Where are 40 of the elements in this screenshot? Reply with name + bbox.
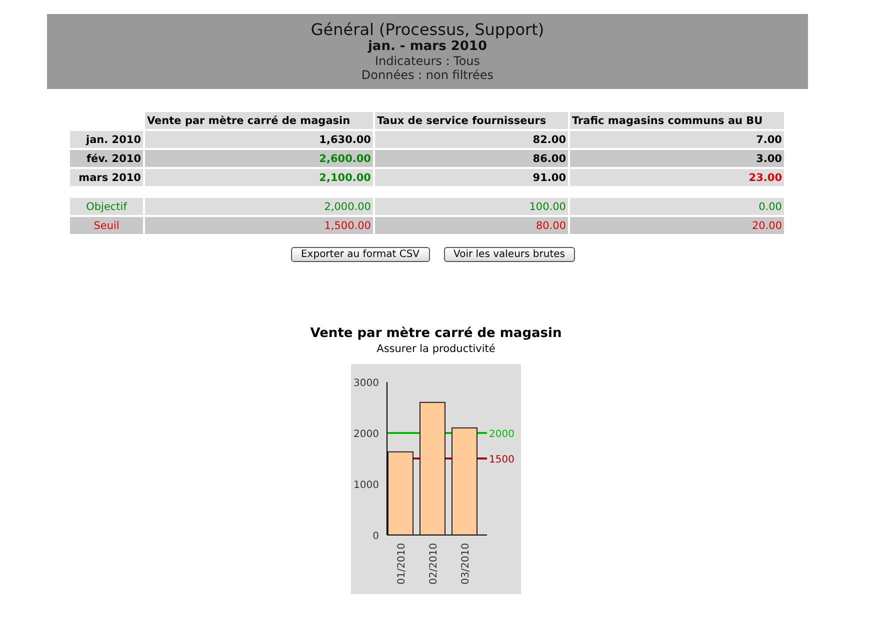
report-period: jan. - mars 2010 <box>366 39 488 54</box>
tick-label: 0 <box>372 531 379 542</box>
row-header: jan. 2010 <box>70 131 143 148</box>
table-cell: 91.00 <box>375 169 568 186</box>
action-button[interactable]: Voir les valeurs brutes <box>444 247 575 262</box>
report-filter: Indicateurs : Tous <box>374 54 482 68</box>
table-cell: 1,500.00 <box>145 217 373 234</box>
table-cell: 7.00 <box>570 131 784 148</box>
column-header: Trafic magasins communs au BU <box>570 112 784 129</box>
tick-label: 1000 <box>354 480 379 491</box>
chart-title: Vente par mètre carré de magasin <box>310 326 562 341</box>
table-cell: 3.00 <box>570 150 784 167</box>
category-label: 01/2010 <box>396 543 408 585</box>
column-header: Vente par mètre carré de magasin <box>145 112 373 129</box>
table-cell: 100.00 <box>375 198 568 215</box>
report-title: Général (Processus, Support) <box>310 20 546 39</box>
table-cell: 82.00 <box>375 131 568 148</box>
category-label: 03/2010 <box>460 543 472 585</box>
column-header: Taux de service fournisseurs <box>375 112 568 129</box>
reference-label: 2000 <box>489 429 514 440</box>
table-cell: 86.00 <box>375 150 568 167</box>
row-header: fév. 2010 <box>70 150 143 167</box>
row-header: Seuil <box>70 217 143 234</box>
category-label: 02/2010 <box>428 543 440 585</box>
table-cell: 1,630.00 <box>145 131 373 148</box>
report-filter: Données : non filtrées <box>360 68 495 82</box>
reference-label: 1500 <box>489 454 514 466</box>
chart-subtitle: Assurer la productivité <box>376 343 496 355</box>
tick-label: 2000 <box>354 429 379 440</box>
table-cell: 20.00 <box>570 217 784 234</box>
row-header: mars 2010 <box>70 169 143 186</box>
table-cell: 2,100.00 <box>145 169 373 186</box>
table-cell: 2,000.00 <box>145 198 373 215</box>
table-cell: 0.00 <box>570 198 784 215</box>
table-cell: 23.00 <box>570 169 784 186</box>
row-header: Objectif <box>70 198 143 215</box>
table-cell: 80.00 <box>375 217 568 234</box>
action-button[interactable]: Exporter au format CSV <box>290 247 430 262</box>
table-cell: 2,600.00 <box>145 150 373 167</box>
tick-label: 3000 <box>354 378 379 389</box>
